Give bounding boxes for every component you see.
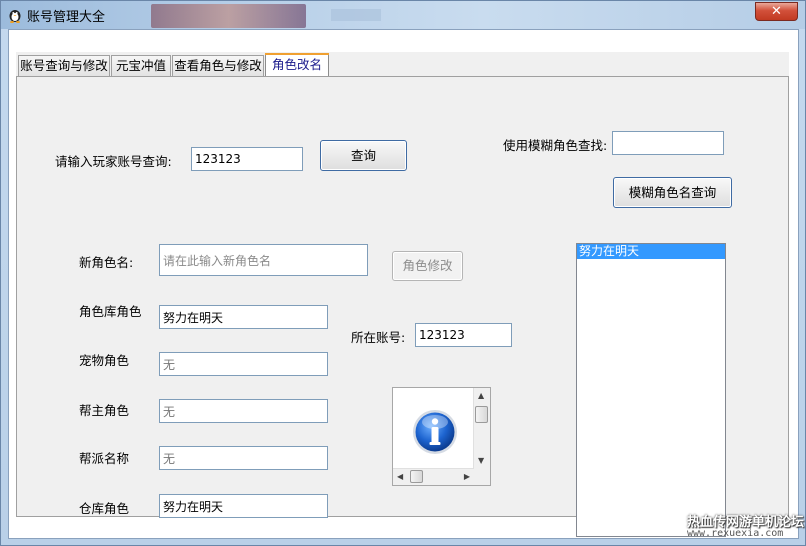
pet-role-label: 宠物角色 xyxy=(79,353,130,368)
scroll-corner xyxy=(474,469,490,485)
account-value: 123123 xyxy=(419,328,465,342)
tab-account-query[interactable]: 账号查询与修改 xyxy=(18,55,110,76)
role-results-list[interactable]: 努力在明天 xyxy=(576,243,726,537)
scroll-down-arrow-icon[interactable]: ▼ xyxy=(478,457,484,465)
title-bar[interactable]: 账号管理大全 ✕ xyxy=(1,1,805,29)
query-account-value: 123123 xyxy=(195,152,241,166)
tab-yuanbao-recharge[interactable]: 元宝冲值 xyxy=(111,55,171,76)
tab-view-role[interactable]: 查看角色与修改 xyxy=(172,55,264,76)
leader-role-label: 帮主角色 xyxy=(79,403,130,418)
role-lib-field[interactable]: 努力在明天 xyxy=(159,305,328,329)
list-item[interactable]: 努力在明天 xyxy=(577,244,725,259)
client-area: 账号查询与修改 元宝冲值 查看角色与修改 角色改名 请输入玩家账号查询: 123… xyxy=(8,29,799,539)
guild-name-value: 无 xyxy=(163,451,176,466)
warehouse-role-value: 努力在明天 xyxy=(163,499,224,514)
fuzzy-search-input[interactable] xyxy=(612,131,724,155)
new-name-input[interactable]: 请在此输入新角色名 xyxy=(159,244,368,276)
info-icon xyxy=(413,410,457,454)
fuzzy-search-button[interactable]: 模糊角色名查询 xyxy=(613,177,732,208)
account-label: 所在账号: xyxy=(351,330,406,345)
tab-role-rename[interactable]: 角色改名 xyxy=(265,53,329,77)
fuzzy-search-label: 使用模糊角色查找: xyxy=(503,138,608,153)
guild-name-label: 帮派名称 xyxy=(79,451,130,466)
scroll-up-arrow-icon[interactable]: ▲ xyxy=(478,392,484,400)
picture-horizontal-scrollbar[interactable]: ◀ ▶ xyxy=(393,468,474,485)
warehouse-role-field[interactable]: 努力在明天 xyxy=(159,494,328,518)
title-ghost-text xyxy=(331,9,381,21)
leader-role-field[interactable]: 无 xyxy=(159,399,328,423)
close-button[interactable]: ✕ xyxy=(755,2,798,21)
info-picture-box[interactable]: ▲ ▼ ◀ ▶ xyxy=(392,387,491,486)
new-name-placeholder: 请在此输入新角色名 xyxy=(163,253,272,268)
warehouse-role-label: 仓库角色 xyxy=(79,501,130,516)
query-account-input[interactable]: 123123 xyxy=(191,147,303,171)
query-button[interactable]: 查询 xyxy=(320,140,407,171)
scroll-left-arrow-icon[interactable]: ◀ xyxy=(397,473,403,481)
new-name-label: 新角色名: xyxy=(79,255,134,270)
tab-panel-role-rename: 请输入玩家账号查询: 123123 查询 使用模糊角色查找: 模糊角色名查询 新… xyxy=(16,76,789,537)
title-decoration xyxy=(151,4,306,28)
window-title: 账号管理大全 xyxy=(27,10,106,25)
role-modify-button[interactable]: 角色修改 xyxy=(392,251,463,281)
pet-role-value: 无 xyxy=(163,357,176,372)
guild-name-field[interactable]: 无 xyxy=(159,446,328,470)
vertical-scroll-thumb[interactable] xyxy=(475,406,488,423)
horizontal-scroll-thumb[interactable] xyxy=(410,470,423,483)
query-account-label: 请输入玩家账号查询: xyxy=(55,154,172,169)
leader-role-value: 无 xyxy=(163,404,176,419)
pet-role-field[interactable]: 无 xyxy=(159,352,328,376)
scroll-right-arrow-icon[interactable]: ▶ xyxy=(464,473,470,481)
role-lib-value: 努力在明天 xyxy=(163,310,224,325)
role-lib-label: 角色库角色 xyxy=(79,304,142,319)
watermark-url: www.rexuexia.com xyxy=(687,528,784,539)
picture-vertical-scrollbar[interactable]: ▲ ▼ xyxy=(473,388,490,469)
app-penguin-icon xyxy=(9,10,21,23)
app-window: 账号管理大全 ✕ 账号查询与修改 元宝冲值 查看角色与修改 角色改名 请输入玩家… xyxy=(0,0,806,546)
account-field[interactable]: 123123 xyxy=(415,323,512,347)
